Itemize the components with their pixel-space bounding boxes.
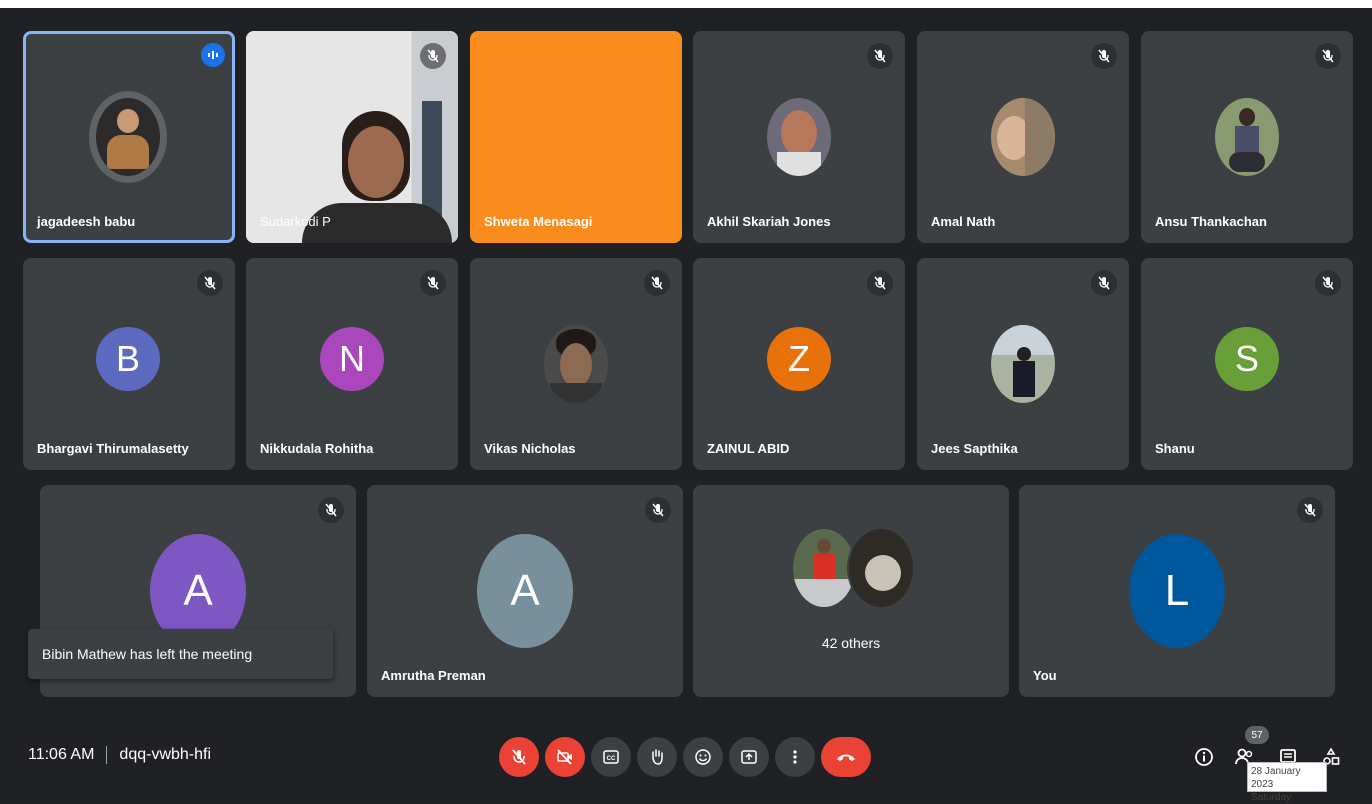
reactions-button[interactable] [683,737,723,777]
participant-name: Amal Nath [931,214,996,229]
participant-tile-you[interactable]: L You [1019,485,1335,697]
participant-tile-bhargavi[interactable]: B Bhargavi Thirumalasetty [23,258,235,470]
participant-tile-zainul[interactable]: Z ZAINUL ABID [693,258,905,470]
participant-avatar: A [477,534,573,648]
participant-avatar [544,325,608,403]
participant-name: Akhil Skariah Jones [707,214,831,229]
participant-name: Bhargavi Thirumalasetty [37,441,189,456]
mic-off-icon [1315,270,1341,296]
captions-icon: CC [603,750,619,764]
participant-tile-akhil[interactable]: Akhil Skariah Jones [693,31,905,243]
participant-name: Nikkudala Rohitha [260,441,374,456]
participant-tile-sudarkodi[interactable]: Sudarkodi P [246,31,458,243]
participant-name: Amrutha Preman [381,668,486,683]
participant-avatar [991,325,1055,403]
mic-off-icon [420,270,446,296]
end-call-icon [837,754,855,761]
participant-tile-others[interactable]: 42 others [693,485,1009,697]
meeting-code: dqq-vwbh-hfi [119,746,212,763]
participant-avatar [991,98,1055,176]
mic-off-icon [1091,270,1117,296]
raise-hand-icon [652,749,663,765]
tooltip-date: 28 January 2023 [1251,766,1301,790]
others-count-label: 42 others [821,635,881,651]
participant-tile-ansu[interactable]: Ansu Thankachan [1141,31,1353,243]
participant-avatar: B [96,327,160,391]
mic-off-icon [420,43,446,69]
participant-avatar [89,91,167,183]
leave-call-button[interactable] [821,737,871,777]
participant-tile-shanu[interactable]: S Shanu [1141,258,1353,470]
participant-tile-jees[interactable]: Jees Sapthika [917,258,1129,470]
speaking-indicator-icon [201,43,225,67]
mic-off-icon [512,749,526,765]
mic-off-icon [645,497,671,523]
raise-hand-button[interactable] [637,737,677,777]
participant-avatar: L [1129,534,1225,648]
participant-name: jagadeesh babu [37,214,136,229]
participant-avatar [847,527,915,609]
participant-name: Sudarkodi P [260,214,331,229]
mic-off-icon [644,270,670,296]
participant-name: Ansu Thankachan [1155,214,1267,229]
participant-name: Shweta Menasagi [484,214,593,229]
captions-button[interactable]: CC [591,737,631,777]
participant-tile-jagadeesh[interactable]: jagadeesh babu [23,31,235,243]
participant-name: Vikas Nicholas [484,441,576,456]
left-meeting-notification: Bibin Mathew has left the meeting [28,629,333,679]
more-options-icon [793,750,797,764]
participant-avatar: Z [767,327,831,391]
participant-tile-vikas[interactable]: Vikas Nicholas [470,258,682,470]
mic-off-icon [197,270,223,296]
participant-name: ZAINUL ABID [707,441,790,456]
participant-avatar [767,98,831,176]
participant-avatar [1215,98,1279,176]
meeting-info-button[interactable] [1191,744,1217,770]
participant-tile-amal[interactable]: Amal Nath [917,31,1129,243]
emoji-icon [695,749,711,765]
present-screen-button[interactable] [729,737,769,777]
mic-off-icon [1297,497,1323,523]
meeting-details: 11:06 AM dqq-vwbh-hfi [28,746,211,764]
clock-time: 11:06 AM [28,746,95,763]
participant-count-badge: 57 [1245,726,1269,744]
participant-tile-nikkudala[interactable]: N Nikkudala Rohitha [246,258,458,470]
participant-tile-shweta[interactable]: Shweta Menasagi [470,31,682,243]
participant-name: Jees Sapthika [931,441,1018,456]
top-strip [0,0,1372,8]
info-icon [1195,748,1213,766]
svg-text:CC: CC [607,756,616,762]
camera-toggle-button[interactable] [545,737,585,777]
date-tooltip: 28 January 2023 Saturday [1247,762,1327,803]
participant-tile-amrutha[interactable]: A Amrutha Preman [367,485,683,697]
mic-off-icon [867,43,893,69]
participant-name: Shanu [1155,441,1195,456]
mic-off-icon [1315,43,1341,69]
divider [106,746,108,764]
more-options-button[interactable] [775,737,815,777]
tooltip-day: Saturday [1251,792,1292,803]
participant-avatar: S [1215,327,1279,391]
participant-video [348,126,404,198]
present-icon [741,750,757,764]
mic-off-icon [1091,43,1117,69]
participant-avatar: N [320,327,384,391]
participant-name: You [1033,668,1057,683]
mic-off-icon [867,270,893,296]
camera-off-icon [557,749,572,765]
mic-toggle-button[interactable] [499,737,539,777]
mic-off-icon [318,497,344,523]
